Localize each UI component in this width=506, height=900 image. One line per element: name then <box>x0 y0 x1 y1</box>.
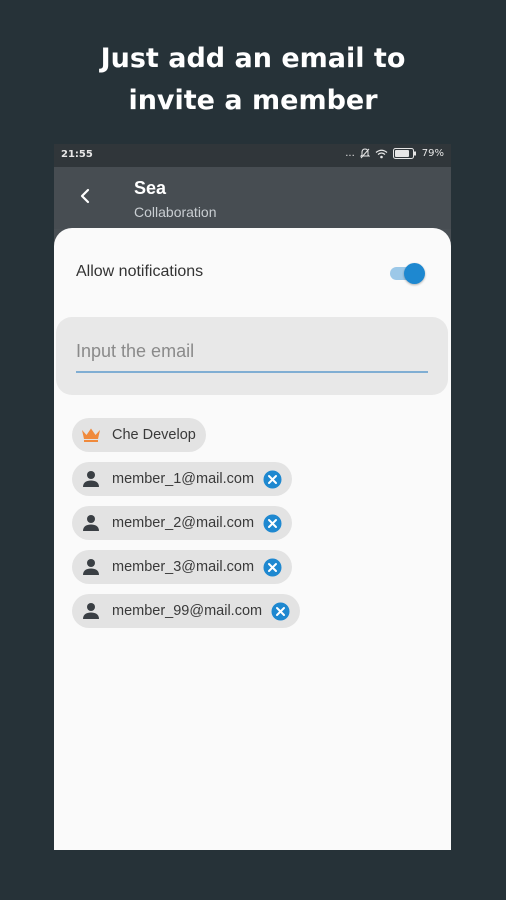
wifi-icon <box>375 149 388 159</box>
member-email: member_3@mail.com <box>112 559 255 575</box>
collaboration-sheet: Allow notifications Che Develop member_1… <box>54 228 451 850</box>
remove-circle-icon[interactable] <box>271 602 290 621</box>
back-button[interactable] <box>72 185 98 211</box>
person-icon <box>80 468 102 490</box>
toggle-thumb <box>404 263 425 284</box>
member-email: member_1@mail.com <box>112 471 255 487</box>
member-email: member_99@mail.com <box>112 603 263 619</box>
person-icon <box>80 556 102 578</box>
person-icon <box>80 600 102 622</box>
person-icon <box>80 512 102 534</box>
member-chip: member_2@mail.com <box>72 506 293 540</box>
crown-icon <box>80 424 102 446</box>
status-icons: ... 79% <box>345 148 444 159</box>
member-chip: member_3@mail.com <box>72 550 293 584</box>
notifications-toggle[interactable] <box>390 261 426 285</box>
page-title: Sea <box>134 178 167 198</box>
remove-circle-icon[interactable] <box>263 558 282 577</box>
member-email: member_2@mail.com <box>112 515 255 531</box>
mute-icon <box>359 148 370 159</box>
notifications-label: Allow notifications <box>76 263 204 280</box>
remove-circle-icon[interactable] <box>263 514 282 533</box>
chevron-left-icon <box>79 188 91 209</box>
promo-line-2: invite a member <box>128 85 378 116</box>
owner-name: Che Develop <box>112 427 196 443</box>
phone-screen: 21:55 ... 79% Sea Collaboration Allow no… <box>54 144 451 850</box>
promo-line-1: Just add an email to <box>100 43 406 74</box>
status-bar: 21:55 ... 79% <box>54 144 451 167</box>
email-input-container <box>56 317 448 395</box>
battery-percent: 79% <box>421 148 444 159</box>
promo-headline: Just add an email to invite a member <box>0 38 506 122</box>
battery-icon <box>392 148 417 159</box>
status-time: 21:55 <box>61 149 93 160</box>
owner-chip: Che Develop <box>72 418 206 452</box>
member-chip: member_99@mail.com <box>72 594 301 628</box>
member-chip: member_1@mail.com <box>72 462 293 496</box>
remove-circle-icon[interactable] <box>263 470 282 489</box>
email-input[interactable] <box>76 337 428 373</box>
app-bar: Sea Collaboration <box>54 167 451 229</box>
page-subtitle: Collaboration <box>134 204 217 220</box>
status-dots: ... <box>345 148 355 159</box>
